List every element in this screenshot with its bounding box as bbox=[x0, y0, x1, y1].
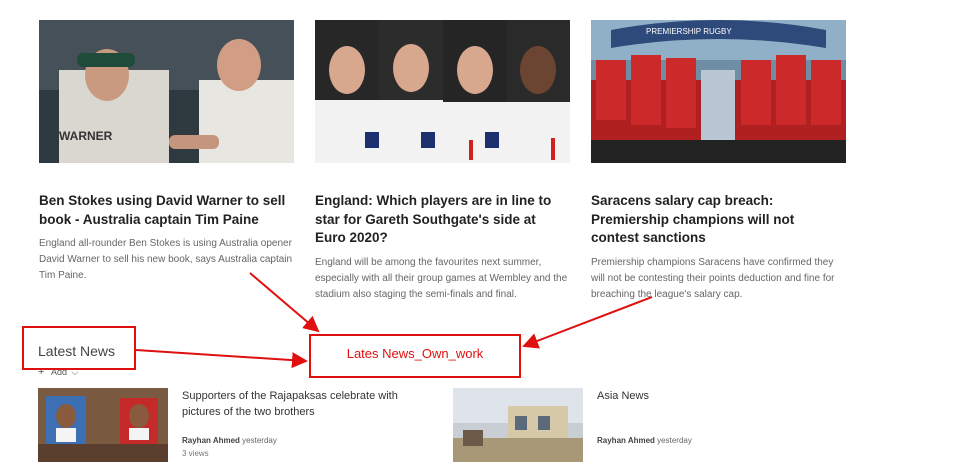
news-author: Rayhan Ahmed bbox=[597, 436, 655, 445]
news-image-asia[interactable] bbox=[453, 388, 583, 462]
annotation-label: Lates News_Own_work bbox=[346, 346, 484, 361]
card-description: England will be among the favourites nex… bbox=[315, 256, 568, 300]
arrow-from-card-3 bbox=[522, 296, 653, 349]
card-image-england-players[interactable] bbox=[315, 20, 570, 163]
news-meta: Rayhan Ahmed yesterday bbox=[182, 436, 277, 445]
news-title[interactable]: Supporters of the Rajapaksas celebrate w… bbox=[182, 388, 422, 420]
svg-text:PREMIERSHIP RUGBY: PREMIERSHIP RUGBY bbox=[646, 27, 732, 36]
news-meta: Rayhan Ahmed yesterday bbox=[597, 436, 692, 445]
news-card-3[interactable]: PREMIERSHIP RUGBY Saracens salary cap br… bbox=[591, 20, 846, 303]
news-views: 3 views bbox=[182, 449, 209, 458]
svg-text:WARNER: WARNER bbox=[59, 129, 113, 143]
arrow-from-latest-news bbox=[135, 349, 308, 369]
news-card-2[interactable]: England: Which players are in line to st… bbox=[315, 20, 570, 303]
news-image-rajapaksa[interactable] bbox=[38, 388, 168, 462]
card-title[interactable]: England: Which players are in line to st… bbox=[315, 192, 570, 248]
card-image-saracens[interactable]: PREMIERSHIP RUGBY bbox=[591, 20, 846, 163]
card-image-cricket[interactable]: WARNER bbox=[39, 20, 294, 163]
highlight-box-latest-news bbox=[22, 326, 136, 370]
news-time: yesterday bbox=[657, 436, 692, 445]
card-title[interactable]: Saracens salary cap breach: Premiership … bbox=[591, 192, 846, 248]
news-author: Rayhan Ahmed bbox=[182, 436, 240, 445]
card-description: England all-rounder Ben Stokes is using … bbox=[39, 238, 293, 281]
card-description: Premiership champions Saracens have conf… bbox=[591, 256, 835, 300]
news-title[interactable]: Asia News bbox=[597, 388, 837, 404]
news-time: yesterday bbox=[242, 436, 277, 445]
card-title[interactable]: Ben Stokes using David Warner to sell bo… bbox=[39, 192, 294, 229]
news-card-1[interactable]: WARNER Ben Stokes using David Warner to … bbox=[39, 20, 294, 284]
